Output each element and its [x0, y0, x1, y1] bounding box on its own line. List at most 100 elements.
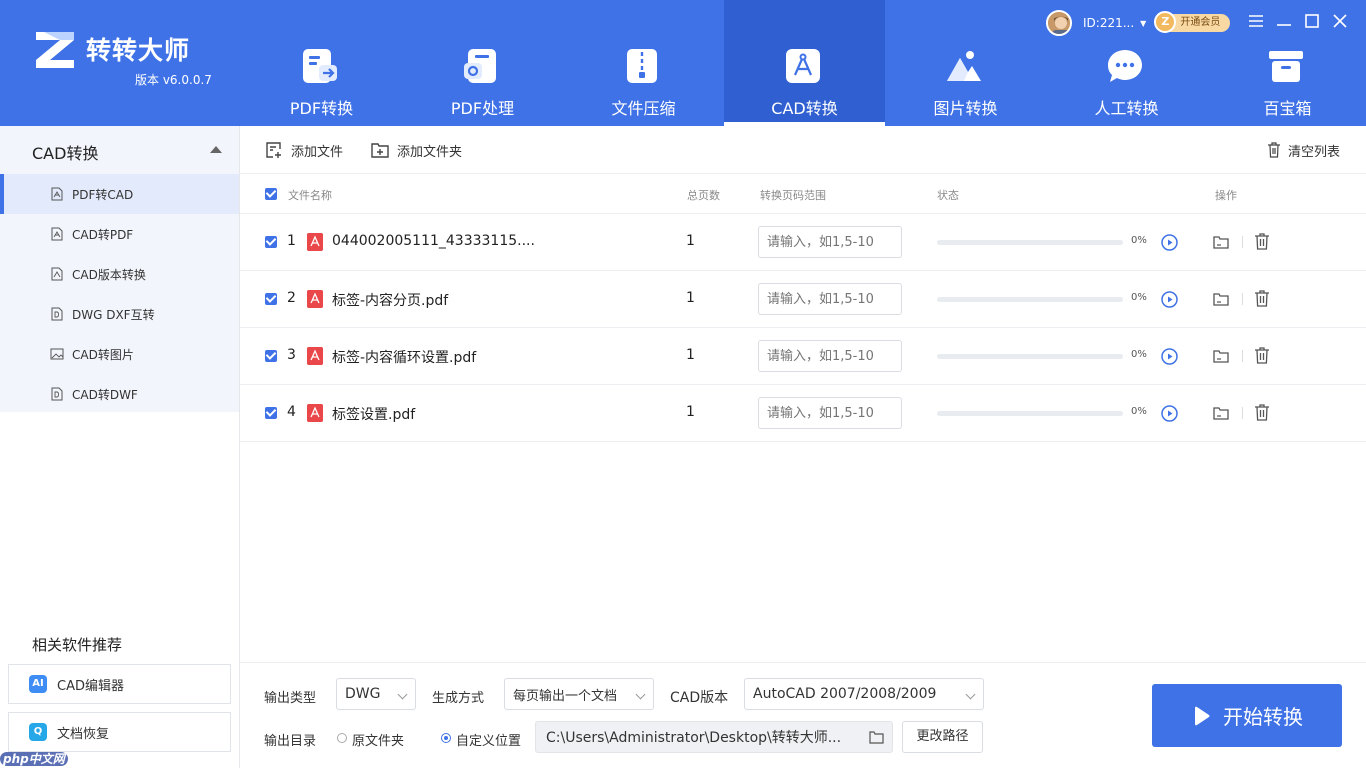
folder-icon[interactable]: [869, 730, 884, 744]
open-folder-icon[interactable]: [1213, 234, 1229, 250]
row-index: 3: [287, 347, 296, 363]
page-range-input[interactable]: [758, 226, 902, 258]
progress-bar: [937, 411, 1123, 416]
app-version: 版本 v6.0.0.7: [135, 73, 212, 87]
delete-icon[interactable]: [1254, 290, 1270, 307]
play-icon[interactable]: [1161, 291, 1178, 308]
radio-original-folder[interactable]: [337, 733, 347, 743]
header-range: 转换页码范围: [760, 189, 826, 202]
action-divider: [1242, 407, 1243, 419]
vip-button[interactable]: Z 开通会员: [1154, 11, 1231, 33]
table-row: 4 标签设置.pdf 1 0%: [240, 385, 1366, 442]
sidebar-group-title[interactable]: CAD转换: [32, 140, 98, 164]
tab-pdf-convert[interactable]: PDF转换: [241, 0, 402, 126]
cad-version-select[interactable]: AutoCAD 2007/2008/2009: [744, 678, 984, 710]
maximize-icon[interactable]: [1303, 12, 1321, 30]
change-path-button[interactable]: 更改路径: [902, 721, 983, 753]
sidebar-item-label: PDF转CAD: [72, 187, 134, 202]
chevron-down-icon: [397, 689, 408, 700]
radio-custom-location[interactable]: [441, 733, 451, 743]
sidebar-item-label: CAD转PDF: [72, 227, 134, 242]
action-divider: [1242, 350, 1243, 362]
dropdown-caret-icon[interactable]: ▼: [1140, 19, 1146, 28]
app-window: 转转大师 版本 v6.0.0.7 PDF转换 PDF处理 文件压缩 CAD转换 …: [0, 0, 1366, 768]
progress-bar: [937, 297, 1123, 302]
title-bar: 转转大师 版本 v6.0.0.7 PDF转换 PDF处理 文件压缩 CAD转换 …: [0, 0, 1366, 126]
sidebar-item-cad-to-pdf[interactable]: CAD转PDF: [0, 214, 239, 254]
sidebar-item-dwg-dxf[interactable]: DWG DXF互转: [0, 294, 239, 334]
collapse-arrow-icon[interactable]: [210, 146, 222, 153]
recommend-label: 文档恢复: [57, 726, 110, 742]
sidebar-group-cad: CAD转换 PDF转CAD CAD转PDF CAD版本转换 DWG DXF互转 …: [0, 126, 239, 412]
radio-original-label[interactable]: 原文件夹: [352, 730, 404, 749]
output-settings: 输出类型 DWG 生成方式 每页输出一个文档 CAD版本 AutoCAD 200…: [240, 662, 1366, 768]
row-checkbox[interactable]: [265, 407, 277, 419]
watermark-text: php中文网: [0, 752, 68, 766]
recommend-cad-editor[interactable]: AI CAD编辑器: [8, 664, 231, 704]
mode-select[interactable]: 每页输出一个文档: [504, 678, 654, 710]
row-index: 4: [287, 404, 296, 420]
progress-bar: [937, 240, 1123, 245]
add-file-button[interactable]: 添加文件: [264, 140, 343, 160]
menu-icon[interactable]: [1247, 12, 1265, 30]
play-icon[interactable]: [1161, 348, 1178, 365]
cad-version-value: AutoCAD 2007/2008/2009: [753, 686, 937, 702]
progress-percent: 0%: [1131, 292, 1147, 303]
open-folder-icon[interactable]: [1213, 405, 1229, 421]
start-convert-button[interactable]: 开始转换: [1152, 684, 1342, 747]
row-checkbox[interactable]: [265, 293, 277, 305]
tab-pdf-process[interactable]: PDF处理: [402, 0, 563, 126]
toolbox-icon: [1269, 51, 1303, 82]
open-folder-icon[interactable]: [1213, 291, 1229, 307]
tab-cad-convert[interactable]: CAD转换: [724, 0, 885, 126]
file-name: 标签-内容循环设置.pdf: [332, 350, 477, 366]
add-file-icon: [266, 142, 281, 158]
sidebar-item-cad-version[interactable]: CAD版本转换: [0, 254, 239, 294]
radio-custom-label[interactable]: 自定义位置: [456, 730, 521, 749]
play-icon[interactable]: [1161, 234, 1178, 251]
file-toolbar: 添加文件 添加文件夹 清空列表: [240, 126, 1366, 174]
recommend-doc-recovery[interactable]: Q 文档恢复: [8, 712, 231, 752]
recommend-label: CAD编辑器: [57, 678, 124, 694]
add-folder-button[interactable]: 添加文件夹: [370, 140, 462, 160]
header-name: 文件名称: [288, 189, 332, 202]
pdf-file-icon: [51, 227, 63, 241]
row-checkbox[interactable]: [265, 350, 277, 362]
tab-image-convert[interactable]: 图片转换: [885, 0, 1046, 126]
row-index: 2: [287, 290, 296, 306]
pdf-process-icon: [464, 49, 496, 83]
delete-icon[interactable]: [1254, 233, 1270, 250]
page-range-input[interactable]: [758, 397, 902, 429]
trash-icon: [1268, 142, 1280, 158]
output-type-label: 输出类型: [264, 691, 317, 706]
image-file-icon: [50, 348, 64, 360]
delete-icon[interactable]: [1254, 347, 1270, 364]
open-folder-icon[interactable]: [1213, 348, 1229, 364]
add-folder-icon: [371, 143, 389, 158]
file-name: 标签设置.pdf: [332, 407, 416, 423]
user-menu[interactable]: ID:221... ▼ Z 开通会员: [1046, 10, 1231, 36]
page-range-input[interactable]: [758, 340, 902, 372]
sidebar-item-cad-to-image[interactable]: CAD转图片: [0, 334, 239, 374]
select-all-checkbox[interactable]: [265, 188, 277, 200]
output-type-value: DWG: [345, 686, 381, 702]
delete-icon[interactable]: [1254, 404, 1270, 421]
avatar-image-icon: [1048, 12, 1070, 34]
close-icon[interactable]: [1331, 12, 1349, 30]
page-count: 1: [686, 347, 695, 363]
play-icon[interactable]: [1161, 405, 1178, 422]
sidebar-item-cad-to-dwf[interactable]: CAD转DWF: [0, 374, 239, 414]
row-checkbox[interactable]: [265, 236, 277, 248]
sidebar-item-label: CAD转图片: [72, 347, 134, 362]
output-path-field[interactable]: C:\Users\Administrator\Desktop\转转大师...: [535, 721, 893, 753]
output-type-select[interactable]: DWG: [336, 678, 416, 710]
header-pages: 总页数: [687, 189, 720, 202]
chevron-down-icon: [635, 689, 646, 700]
sidebar-item-pdf-to-cad[interactable]: PDF转CAD: [0, 174, 239, 214]
clear-list-button[interactable]: 清空列表: [1267, 140, 1340, 160]
tab-label: 人工转换: [1094, 99, 1159, 118]
page-range-input[interactable]: [758, 283, 902, 315]
minimize-icon[interactable]: [1275, 12, 1293, 30]
tab-file-compress[interactable]: 文件压缩: [563, 0, 724, 126]
play-icon: [1195, 706, 1210, 725]
